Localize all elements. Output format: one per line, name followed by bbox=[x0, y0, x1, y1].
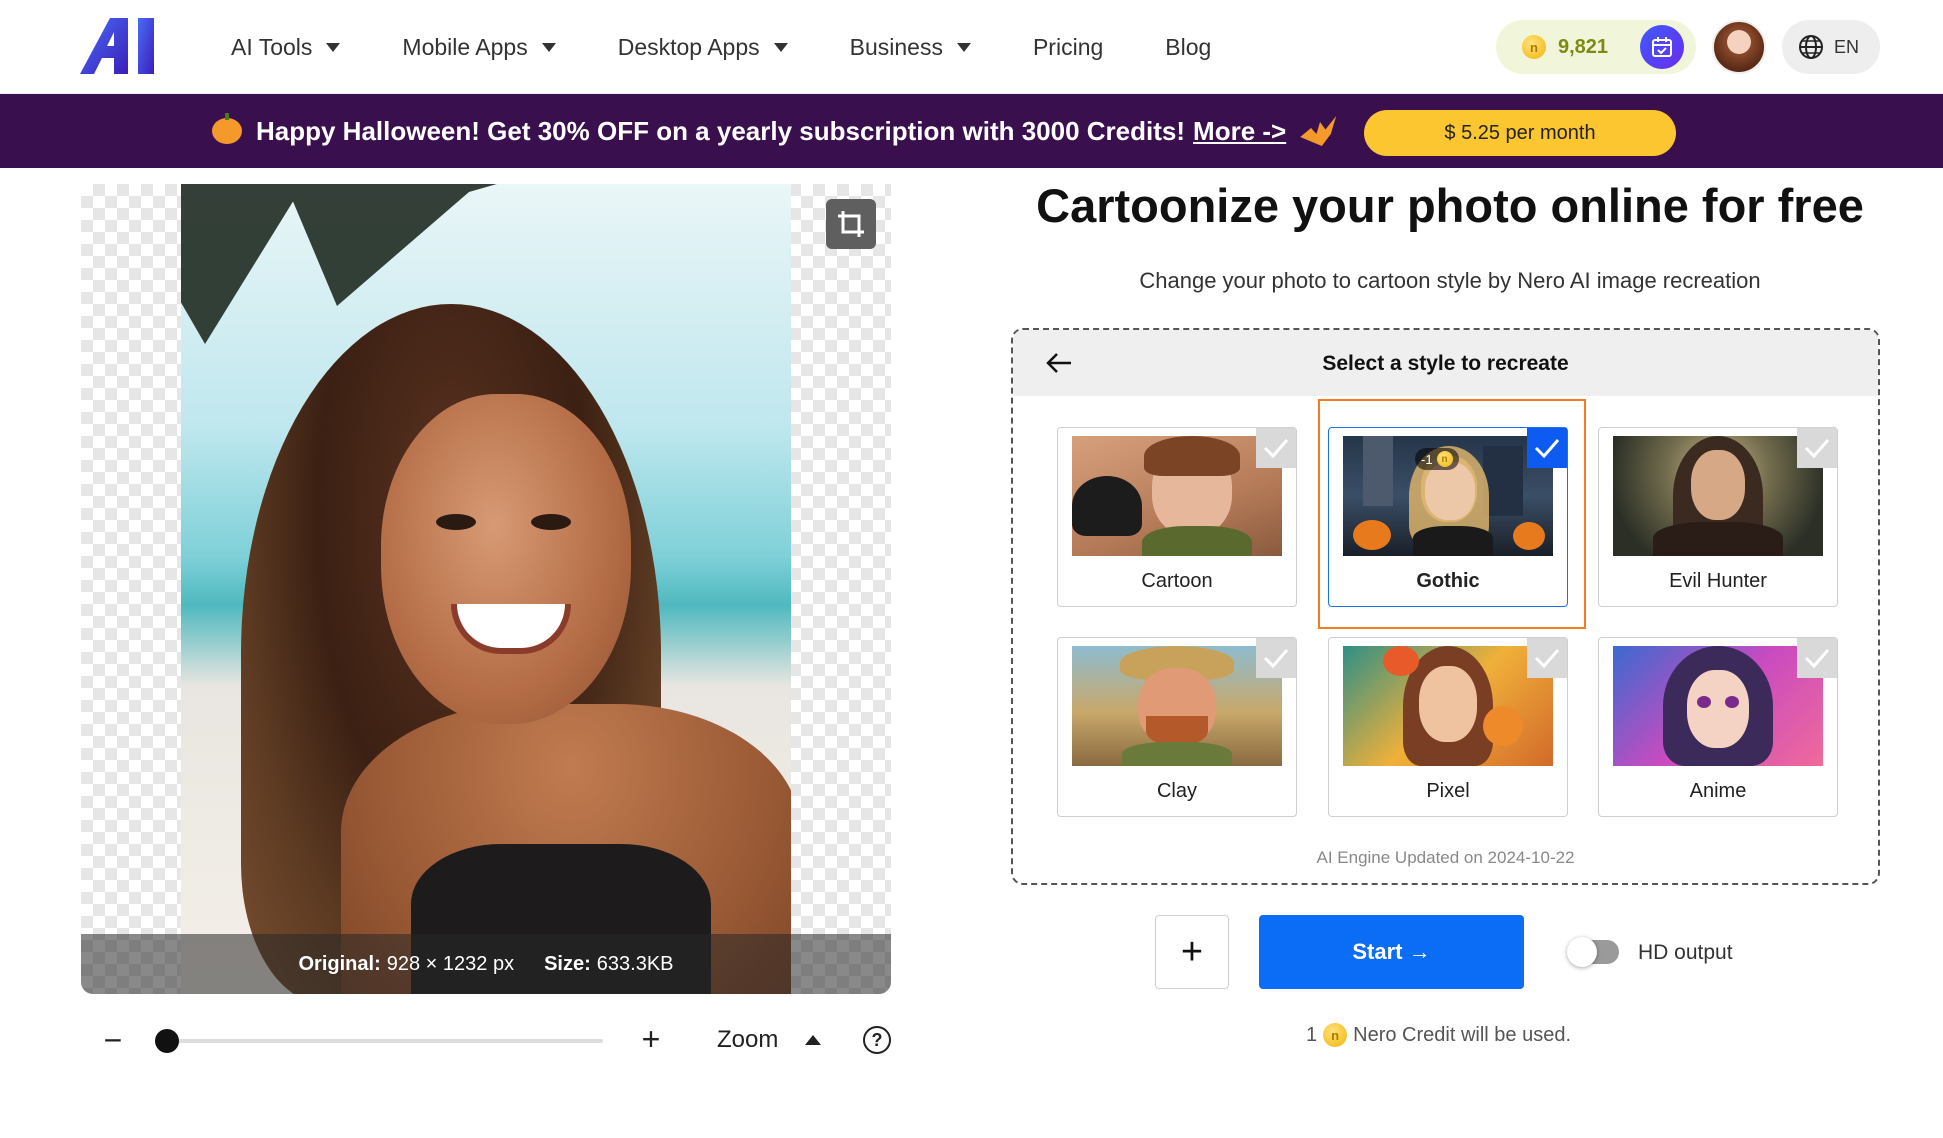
pixel-thumbnail bbox=[1343, 646, 1553, 766]
crop-button[interactable] bbox=[826, 199, 876, 249]
site-header: AI Tools Mobile Apps Desktop Apps Busine… bbox=[0, 0, 1943, 94]
style-card-gothic[interactable]: -1 n Gothic bbox=[1328, 427, 1568, 607]
nero-ai-logo[interactable] bbox=[80, 18, 164, 74]
panel-title: Select a style to recreate bbox=[1322, 352, 1569, 375]
credit-amount: 1 bbox=[1306, 1023, 1318, 1046]
page-title: Cartoonize your photo online for free bbox=[1036, 179, 1864, 232]
coin-icon: n bbox=[1522, 35, 1546, 59]
style-selection-panel: Select a style to recreate Cartoon -1 n G… bbox=[1011, 328, 1880, 885]
chevron-down-icon bbox=[956, 42, 971, 52]
style-card-evil-hunter[interactable]: Evil Hunter bbox=[1598, 427, 1838, 607]
style-card-cartoon[interactable]: Cartoon bbox=[1057, 427, 1297, 607]
promo-text: Happy Halloween! Get 30% OFF on a yearly… bbox=[256, 115, 1186, 146]
style-label: Gothic bbox=[1416, 570, 1480, 592]
panel-header: Select a style to recreate bbox=[1013, 330, 1878, 396]
nav-blog[interactable]: Blog bbox=[1165, 34, 1211, 61]
engine-update-note: AI Engine Updated on 2024-10-22 bbox=[1316, 848, 1575, 867]
zoom-controls: − + Zoom ? bbox=[81, 1010, 891, 1070]
chevron-down-icon bbox=[326, 42, 341, 52]
image-preview[interactable] bbox=[81, 184, 891, 994]
checkmark-icon bbox=[1256, 638, 1296, 678]
crop-icon bbox=[838, 211, 864, 237]
nav-label: Mobile Apps bbox=[402, 33, 528, 60]
start-button[interactable]: Start → bbox=[1259, 915, 1524, 989]
checkmark-icon bbox=[1527, 428, 1567, 468]
credit-usage-note: 1 n Nero Credit will be used. bbox=[1306, 1023, 1571, 1047]
image-info-bar: Original: 928 × 1232 px Size: 633.3KB bbox=[81, 934, 891, 994]
credits-count: 9,821 bbox=[1558, 35, 1609, 58]
style-card-pixel[interactable]: Pixel bbox=[1328, 637, 1568, 817]
nav-pricing[interactable]: Pricing bbox=[1033, 34, 1103, 61]
style-card-clay[interactable]: Clay bbox=[1057, 637, 1297, 817]
zoom-label[interactable]: Zoom bbox=[717, 1026, 778, 1054]
zoom-slider-track[interactable] bbox=[167, 1039, 603, 1043]
nav-label: Blog bbox=[1165, 33, 1212, 60]
cartoon-thumbnail bbox=[1072, 436, 1282, 556]
promo-text-row: Happy Halloween! Get 30% OFF on a yearly… bbox=[212, 94, 1337, 168]
style-label: Clay bbox=[1156, 780, 1197, 802]
chevron-down-icon bbox=[541, 42, 556, 52]
nav-label: Business bbox=[849, 33, 943, 60]
nav-label: AI Tools bbox=[231, 33, 313, 60]
size-label: Size: bbox=[544, 952, 591, 975]
hd-output-label: HD output bbox=[1638, 941, 1733, 964]
zoom-in-button[interactable]: + bbox=[636, 1021, 666, 1057]
checkmark-icon bbox=[1527, 638, 1567, 678]
nav-desktop-apps[interactable]: Desktop Apps bbox=[618, 34, 788, 61]
checkmark-icon bbox=[1256, 428, 1296, 468]
credit-note-text: Nero Credit will be used. bbox=[1353, 1023, 1571, 1046]
original-dimensions: 928 × 1232 px bbox=[386, 952, 515, 975]
file-size: 633.3KB bbox=[596, 952, 674, 975]
zoom-out-button[interactable]: − bbox=[101, 1022, 125, 1058]
help-icon[interactable]: ? bbox=[863, 1026, 891, 1054]
style-card-anime[interactable]: Anime bbox=[1598, 637, 1838, 817]
evil-hunter-thumbnail bbox=[1613, 436, 1823, 556]
gothic-thumbnail: -1 n bbox=[1343, 436, 1553, 556]
chevron-down-icon bbox=[773, 42, 788, 52]
hd-output-toggle[interactable] bbox=[1567, 937, 1619, 967]
add-image-button[interactable]: + bbox=[1155, 915, 1229, 989]
nav-label: Desktop Apps bbox=[617, 33, 760, 60]
language-code: EN bbox=[1834, 36, 1860, 57]
zoom-slider-thumb[interactable] bbox=[155, 1029, 179, 1053]
nav-business[interactable]: Business bbox=[850, 34, 971, 61]
calendar-icon bbox=[1652, 37, 1672, 57]
pumpkin-icon bbox=[212, 113, 242, 144]
clay-thumbnail bbox=[1072, 646, 1282, 766]
bat-icon bbox=[1300, 116, 1337, 146]
nav-ai-tools[interactable]: AI Tools bbox=[231, 33, 341, 61]
original-label: Original: bbox=[298, 952, 381, 975]
user-avatar[interactable] bbox=[1712, 20, 1766, 74]
nav-mobile-apps[interactable]: Mobile Apps bbox=[402, 33, 556, 61]
checkmark-icon bbox=[1797, 428, 1837, 468]
coin-icon: n bbox=[1323, 1023, 1348, 1047]
page-subtitle: Change your photo to cartoon style by Ne… bbox=[1139, 268, 1761, 293]
globe-icon bbox=[1799, 35, 1823, 59]
main-nav: AI Tools Mobile Apps Desktop Apps Busine… bbox=[231, 0, 1273, 94]
nav-label: Pricing bbox=[1032, 33, 1104, 60]
promo-more-link[interactable]: More -> bbox=[1193, 116, 1286, 147]
style-label: Evil Hunter bbox=[1669, 570, 1767, 592]
style-label: Cartoon bbox=[1141, 570, 1213, 592]
language-selector[interactable]: EN bbox=[1782, 20, 1880, 74]
checkmark-icon bbox=[1797, 638, 1837, 678]
style-label: Anime bbox=[1689, 780, 1747, 802]
style-label: Pixel bbox=[1426, 780, 1470, 802]
chevron-up-icon[interactable] bbox=[805, 1035, 821, 1045]
anime-thumbnail bbox=[1613, 646, 1823, 766]
promo-price-button[interactable]: $ 5.25 per month bbox=[1364, 110, 1676, 156]
daily-checkin-button[interactable] bbox=[1640, 25, 1684, 69]
uploaded-photo bbox=[181, 184, 791, 994]
